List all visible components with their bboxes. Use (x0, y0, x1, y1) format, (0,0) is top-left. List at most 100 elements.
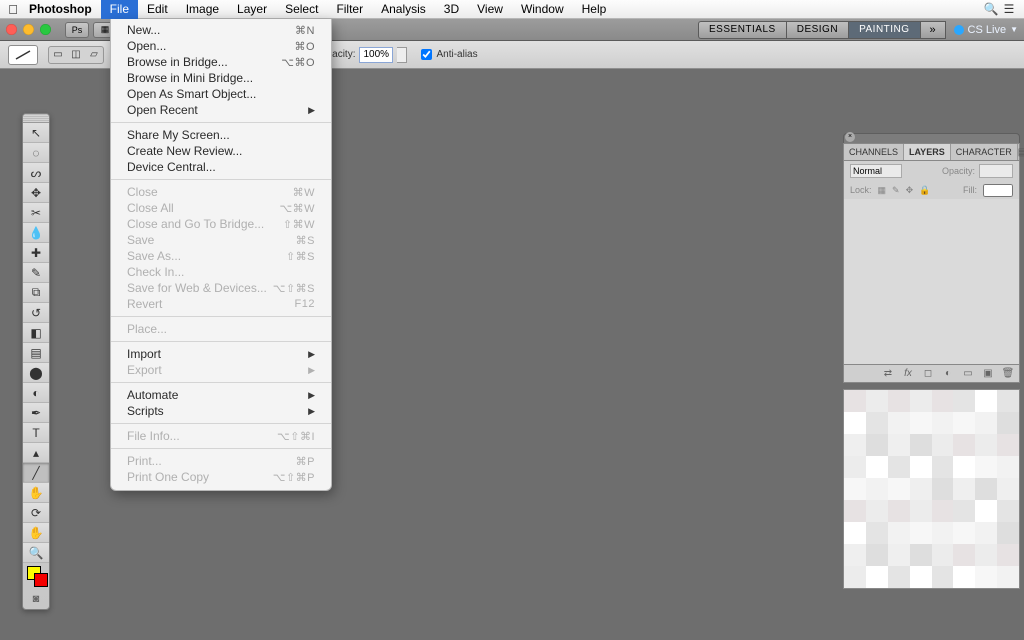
lock-brush-icon[interactable]: ✎ (892, 185, 900, 196)
tool-eraser[interactable]: ◧ (23, 323, 49, 343)
tool-lasso[interactable]: ᔕ (23, 163, 49, 183)
file-menu-item: Close⌘W (111, 184, 331, 200)
tools-palette: ↖◌ᔕ✥✂💧✚✎⧉↺◧▤⬤◐✒T▴╱✋⟳✋🔍◙ (22, 113, 50, 610)
new-layer-icon[interactable]: ▣ (981, 368, 995, 379)
cs-live-button[interactable]: CS Live ▼ (954, 24, 1018, 36)
panel-menu-icon[interactable]: ▤ (1018, 144, 1024, 160)
menu-extras-icon[interactable]: ☰ (1000, 2, 1018, 16)
minimize-window-button[interactable] (23, 24, 34, 35)
menu-select[interactable]: Select (276, 0, 327, 19)
ps-home-button[interactable]: Ps (65, 22, 89, 38)
menu-help[interactable]: Help (573, 0, 616, 19)
file-menu-item[interactable]: Open Recent▶ (111, 102, 331, 118)
antialias-checkbox[interactable] (421, 49, 432, 60)
file-menu-item[interactable]: New...⌘N (111, 22, 331, 38)
file-menu-item[interactable]: Device Central... (111, 159, 331, 175)
workspace-painting[interactable]: PAINTING (848, 21, 919, 39)
tool-dodge[interactable]: ◐ (23, 383, 49, 403)
tool-zoom[interactable]: 🔍 (23, 543, 49, 563)
app-name-menu[interactable]: Photoshop (20, 0, 101, 19)
adjustment-icon[interactable]: ◐ (941, 368, 955, 379)
fill-input[interactable] (983, 184, 1013, 197)
menu-window[interactable]: Window (512, 0, 573, 19)
file-menu-item: Save for Web & Devices...⌥⇧⌘S (111, 280, 331, 296)
file-menu-item: Close All⌥⌘W (111, 200, 331, 216)
tab-layers[interactable]: LAYERS (904, 144, 951, 160)
tab-channels[interactable]: CHANNELS (844, 144, 904, 160)
lock-pixels-icon[interactable]: ▦ (878, 185, 887, 196)
tool-history-brush[interactable]: ↺ (23, 303, 49, 323)
panel-close-icon[interactable]: × (845, 132, 855, 142)
workspace-more-button[interactable]: » (920, 21, 946, 39)
tool-quick-select[interactable]: ✥ (23, 183, 49, 203)
layers-list[interactable] (843, 199, 1020, 365)
link-layers-icon[interactable]: ⇄ (881, 368, 895, 379)
palette-grip[interactable] (23, 114, 49, 123)
tool-pen[interactable]: ✒ (23, 403, 49, 423)
blend-mode-select[interactable] (850, 164, 902, 178)
file-menu-item[interactable]: Browse in Mini Bridge... (111, 70, 331, 86)
window-controls (6, 24, 51, 35)
lock-all-icon[interactable]: 🔒 (919, 185, 930, 196)
close-window-button[interactable] (6, 24, 17, 35)
file-menu-item[interactable]: Open...⌘O (111, 38, 331, 54)
tool-hand[interactable]: ✋ (23, 523, 49, 543)
tool-stamp[interactable]: ⧉ (23, 283, 49, 303)
tool-move[interactable]: ↖ (23, 123, 49, 143)
trash-icon[interactable]: 🗑 (1001, 368, 1015, 379)
panel-titlebar[interactable]: × (843, 133, 1020, 143)
color-swatches[interactable] (23, 563, 49, 589)
tool-marquee[interactable]: ◌ (23, 143, 49, 163)
tool-eyedropper[interactable]: 💧 (23, 223, 49, 243)
group-icon[interactable]: ▭ (961, 368, 975, 379)
tool-hand-3d[interactable]: ✋ (23, 483, 49, 503)
menu-3d[interactable]: 3D (435, 0, 468, 19)
menu-layer[interactable]: Layer (228, 0, 276, 19)
file-menu-dropdown: New...⌘NOpen...⌘OBrowse in Bridge...⌥⌘OB… (110, 19, 332, 491)
file-menu-item[interactable]: Import▶ (111, 346, 331, 362)
lock-position-icon[interactable]: ✥ (906, 185, 914, 196)
spotlight-icon[interactable]: 🔍 (982, 2, 1000, 16)
background-swatch[interactable] (34, 573, 48, 587)
menu-analysis[interactable]: Analysis (372, 0, 435, 19)
quick-mask-button[interactable]: ◙ (23, 589, 49, 609)
file-menu-item[interactable]: Open As Smart Object... (111, 86, 331, 102)
tool-brush[interactable]: ✎ (23, 263, 49, 283)
system-menubar:  Photoshop File Edit Image Layer Select… (0, 0, 1024, 19)
tool-path-select[interactable]: ▴ (23, 443, 49, 463)
file-menu-item[interactable]: Share My Screen... (111, 127, 331, 143)
shape-mode-segment[interactable]: ▭◫▱ (48, 46, 104, 64)
workspace-design[interactable]: DESIGN (786, 21, 848, 39)
file-menu-item: Save⌘S (111, 232, 331, 248)
opacity-input[interactable] (359, 47, 393, 63)
tool-line[interactable]: ╱ (23, 463, 49, 483)
tool-type[interactable]: T (23, 423, 49, 443)
menu-image[interactable]: Image (177, 0, 228, 19)
file-menu-item[interactable]: Create New Review... (111, 143, 331, 159)
opacity-stepper[interactable] (397, 47, 407, 63)
file-menu-item[interactable]: Browse in Bridge...⌥⌘O (111, 54, 331, 70)
workspace-essentials[interactable]: ESSENTIALS (698, 21, 786, 39)
menu-file[interactable]: File (101, 0, 138, 19)
tool-healing[interactable]: ✚ (23, 243, 49, 263)
file-menu-item[interactable]: Automate▶ (111, 387, 331, 403)
apple-menu-icon[interactable]:  (6, 2, 20, 17)
menu-edit[interactable]: Edit (138, 0, 177, 19)
fx-icon[interactable]: fx (901, 368, 915, 379)
mask-icon[interactable]: ◻ (921, 368, 935, 379)
lock-label: Lock: (850, 185, 872, 195)
tool-blur[interactable]: ⬤ (23, 363, 49, 383)
tool-rotate-3d[interactable]: ⟳ (23, 503, 49, 523)
tool-crop[interactable]: ✂ (23, 203, 49, 223)
file-menu-item[interactable]: Scripts▶ (111, 403, 331, 419)
menu-view[interactable]: View (468, 0, 512, 19)
antialias-field: Anti-alias (421, 49, 477, 60)
current-tool-preset[interactable] (8, 45, 38, 65)
layer-opacity-input[interactable] (979, 164, 1013, 178)
tool-gradient[interactable]: ▤ (23, 343, 49, 363)
tab-character[interactable]: CHARACTER (951, 144, 1018, 160)
menu-filter[interactable]: Filter (327, 0, 372, 19)
file-menu-item: Save As...⇧⌘S (111, 248, 331, 264)
zoom-window-button[interactable] (40, 24, 51, 35)
file-menu-item: Check In... (111, 264, 331, 280)
